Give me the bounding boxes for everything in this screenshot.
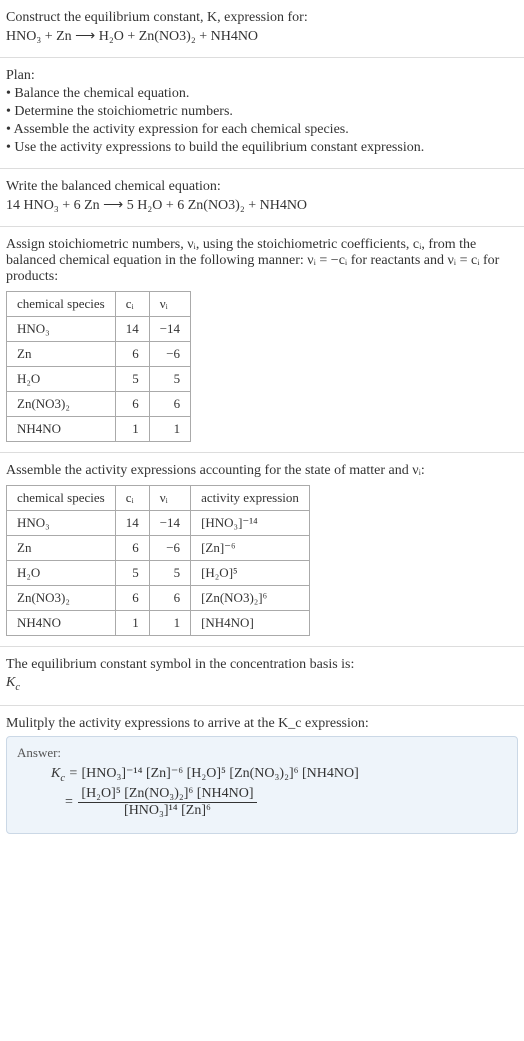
answer-title: Answer: <box>17 745 507 761</box>
balanced-equation: 14 HNO₃ + 6 Zn ⟶ 5 H₂O + 6 Zn(NO3)₂ + NH… <box>6 197 518 214</box>
cell-ci: 1 <box>115 611 149 636</box>
col-vi: νᵢ <box>149 292 190 317</box>
cell-vi: 1 <box>149 417 190 442</box>
kc-symbol: Kc <box>6 675 518 693</box>
activity-intro: Assemble the activity expressions accoun… <box>6 463 518 479</box>
cell-ci: 14 <box>115 511 149 536</box>
table-row: Zn(NO3)₂ 6 6 [Zn(NO3)₂]⁶ <box>7 586 310 611</box>
cell-ci: 6 <box>115 586 149 611</box>
cell-activity: [Zn]⁻⁶ <box>191 536 310 561</box>
plan-bullet-1: • Balance the chemical equation. <box>6 86 518 102</box>
cell-vi: 5 <box>149 561 190 586</box>
cell-activity: [Zn(NO3)₂]⁶ <box>191 586 310 611</box>
cell-species: NH4NO <box>7 611 116 636</box>
table-row: HNO₃ 14 −14 <box>7 317 191 342</box>
cell-ci: 14 <box>115 317 149 342</box>
cell-species: NH4NO <box>7 417 116 442</box>
stoich-table: chemical species cᵢ νᵢ HNO₃ 14 −14 Zn 6 … <box>6 291 191 442</box>
cell-species: Zn(NO3)₂ <box>7 586 116 611</box>
table-row: H₂O 5 5 <box>7 367 191 392</box>
plan-title: Plan: <box>6 68 518 84</box>
fraction-numerator: [H₂O]⁵ [Zn(NO₃)₂]⁶ [NH4NO] <box>78 786 256 803</box>
cell-vi: −6 <box>149 536 190 561</box>
table-header-row: chemical species cᵢ νᵢ <box>7 292 191 317</box>
kc-sub: c <box>60 773 65 784</box>
multiply-intro: Mulitply the activity expressions to arr… <box>6 716 518 732</box>
cell-species: HNO₃ <box>7 317 116 342</box>
kc-lhs: Kc = <box>51 766 81 781</box>
construct-prompt-line1: Construct the equilibrium constant, K, e… <box>6 10 518 26</box>
col-activity: activity expression <box>191 486 310 511</box>
cell-activity: [HNO₃]⁻¹⁴ <box>191 511 310 536</box>
fraction: [H₂O]⁵ [Zn(NO₃)₂]⁶ [NH4NO] [HNO₃]¹⁴ [Zn]… <box>78 786 256 819</box>
cell-species: H₂O <box>7 367 116 392</box>
cell-vi: 6 <box>149 586 190 611</box>
activity-table: chemical species cᵢ νᵢ activity expressi… <box>6 485 310 636</box>
answer-box: Answer: Kc = [HNO₃]⁻¹⁴ [Zn]⁻⁶ [H₂O]⁵ [Zn… <box>6 736 518 834</box>
cell-species: Zn <box>7 536 116 561</box>
table-row: HNO₃ 14 −14 [HNO₃]⁻¹⁴ <box>7 511 310 536</box>
col-species: chemical species <box>7 486 116 511</box>
section-activity-table: Assemble the activity expressions accoun… <box>0 453 524 647</box>
answer-product: [HNO₃]⁻¹⁴ [Zn]⁻⁶ [H₂O]⁵ [Zn(NO₃)₂]⁶ [NH4… <box>81 766 358 781</box>
cell-species: H₂O <box>7 561 116 586</box>
col-ci: cᵢ <box>115 486 149 511</box>
cell-activity: [H₂O]⁵ <box>191 561 310 586</box>
answer-lines: Kc = [HNO₃]⁻¹⁴ [Zn]⁻⁶ [H₂O]⁵ [Zn(NO₃)₂]⁶… <box>17 765 507 819</box>
kc-text: Kc <box>6 675 20 690</box>
section-construct: Construct the equilibrium constant, K, e… <box>0 0 524 58</box>
cell-ci: 6 <box>115 342 149 367</box>
stoich-intro: Assign stoichiometric numbers, νᵢ, using… <box>6 237 518 285</box>
cell-ci: 6 <box>115 392 149 417</box>
kc-symbol-intro: The equilibrium constant symbol in the c… <box>6 657 518 673</box>
col-species: chemical species <box>7 292 116 317</box>
cell-vi: −14 <box>149 511 190 536</box>
kc-subscript: c <box>15 682 20 693</box>
section-kc-symbol: The equilibrium constant symbol in the c… <box>0 647 524 706</box>
cell-ci: 1 <box>115 417 149 442</box>
answer-line-2: = [H₂O]⁵ [Zn(NO₃)₂]⁶ [NH4NO] [HNO₃]¹⁴ [Z… <box>51 786 507 819</box>
fraction-denominator: [HNO₃]¹⁴ [Zn]⁶ <box>78 803 256 819</box>
cell-species: Zn <box>7 342 116 367</box>
table-row: Zn 6 −6 <box>7 342 191 367</box>
cell-ci: 5 <box>115 367 149 392</box>
construct-text: Construct the equilibrium constant, K, e… <box>6 10 308 25</box>
cell-ci: 5 <box>115 561 149 586</box>
section-multiply: Mulitply the activity expressions to arr… <box>0 706 524 844</box>
answer-line-1: Kc = [HNO₃]⁻¹⁴ [Zn]⁻⁶ [H₂O]⁵ [Zn(NO₃)₂]⁶… <box>51 765 507 784</box>
cell-activity: [NH4NO] <box>191 611 310 636</box>
cell-vi: −6 <box>149 342 190 367</box>
cell-species: HNO₃ <box>7 511 116 536</box>
cell-vi: 1 <box>149 611 190 636</box>
table-row: H₂O 5 5 [H₂O]⁵ <box>7 561 310 586</box>
section-stoich-table: Assign stoichiometric numbers, νᵢ, using… <box>0 227 524 453</box>
section-balanced: Write the balanced chemical equation: 14… <box>0 169 524 227</box>
cell-ci: 6 <box>115 536 149 561</box>
cell-species: Zn(NO3)₂ <box>7 392 116 417</box>
cell-vi: −14 <box>149 317 190 342</box>
table-row: Zn(NO3)₂ 6 6 <box>7 392 191 417</box>
col-vi: νᵢ <box>149 486 190 511</box>
plan-bullet-2: • Determine the stoichiometric numbers. <box>6 104 518 120</box>
cell-vi: 5 <box>149 367 190 392</box>
table-row: NH4NO 1 1 <box>7 417 191 442</box>
table-row: NH4NO 1 1 [NH4NO] <box>7 611 310 636</box>
cell-vi: 6 <box>149 392 190 417</box>
equals-sign: = <box>65 794 76 809</box>
plan-bullet-4: • Use the activity expressions to build … <box>6 140 518 156</box>
plan-bullet-3: • Assemble the activity expression for e… <box>6 122 518 138</box>
table-header-row: chemical species cᵢ νᵢ activity expressi… <box>7 486 310 511</box>
section-plan: Plan: • Balance the chemical equation. •… <box>0 58 524 169</box>
col-ci: cᵢ <box>115 292 149 317</box>
construct-equation: HNO₃ + Zn ⟶ H₂O + Zn(NO3)₂ + NH4NO <box>6 28 518 45</box>
balanced-prompt: Write the balanced chemical equation: <box>6 179 518 195</box>
table-row: Zn 6 −6 [Zn]⁻⁶ <box>7 536 310 561</box>
